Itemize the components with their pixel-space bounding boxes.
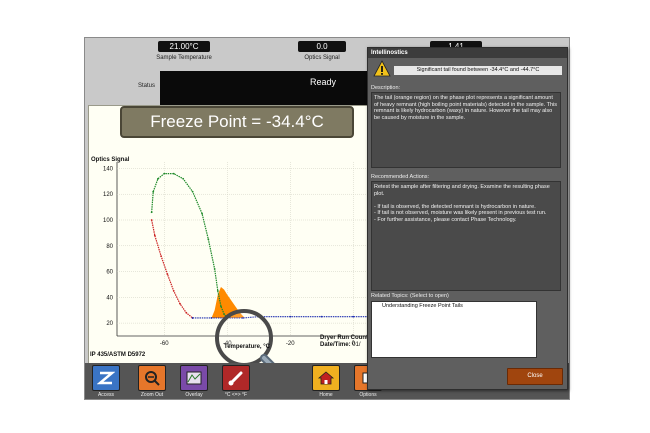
zoom-out-icon [138,365,166,391]
series-point-2 [191,317,194,319]
series-point-2 [289,315,292,318]
series-point-2 [320,315,323,318]
y-tick-label: 60 [106,270,113,276]
y-tick-label: 20 [106,321,113,327]
sample-temperature-label: Sample Temperature [156,55,212,61]
intellinostics-dialog: Intellinostics Significant tail found be… [367,47,568,390]
series-point-1 [172,172,175,175]
series-point-1 [213,268,216,270]
topics-label: Related Topics: (Select to open) [371,293,449,299]
warning-icon [373,60,391,77]
series-point-1 [152,190,155,193]
thermometer-icon [222,365,250,391]
description-text: The tail (orange region) on the phase pl… [371,92,561,168]
series-point-1 [220,305,222,308]
series-point-1 [182,177,185,180]
dialog-title: Intellinostics [368,48,567,58]
unit-toggle-button[interactable]: °C <=> °F [219,365,253,398]
home-icon [312,365,340,391]
series-point-1 [223,313,226,315]
access-button[interactable]: Access [89,365,123,398]
phase-chart: 20406080100120140-60-40-200 [103,162,386,390]
status-label: Status [138,83,156,89]
y-tick-label: 120 [103,192,114,198]
series-line-0 [151,219,193,319]
series-point-1 [150,211,153,214]
series-point-0 [185,311,188,314]
series-point-0 [160,255,162,257]
y-tick-label: 40 [106,295,113,301]
x-tick-label: -60 [160,341,169,347]
date-time-value: 01/ [352,342,361,348]
dryer-run-count-label: Dryer Run Count: [320,335,370,341]
topics-list[interactable]: Understanding Freeze Point Tails [371,301,537,358]
series-point-0 [179,302,181,305]
series-point-0 [153,234,156,237]
zoom-out-button[interactable]: Zoom Out [135,365,169,398]
warning-row: Significant tail found between -34.4°C a… [368,60,567,80]
actions-text: Retest the sample after filtering and dr… [371,181,561,291]
date-time-label: Date/Time: [320,342,351,348]
y-tick-label: 140 [103,166,114,172]
optics-signal-label: Optics Signal [304,55,340,61]
access-z-icon [92,365,120,391]
sample-temperature-readout: 21.00°C [158,41,210,52]
series-point-2 [352,315,355,318]
series-point-1 [201,212,203,215]
series-point-1 [163,172,166,175]
actions-label: Recommended Actions: [371,174,430,180]
series-point-2 [210,317,213,319]
series-point-1 [157,177,159,180]
series-point-1 [207,238,210,241]
dryer-info: Dryer Run Count: Date/Time: 01/ [320,335,370,349]
x-tick-label: -20 [286,341,295,347]
phase-plot: Freeze Point = -34.4°C Optics Signal 20 4… [88,105,386,390]
warning-message: Significant tail found between -34.4°C a… [394,66,562,75]
optics-signal-readout: 0.0 [298,41,346,52]
standard-label: IP 435/ASTM D5972 [90,352,146,358]
description-label: Description: [371,85,401,91]
freeze-point-banner: Freeze Point = -34.4°C [120,106,354,138]
x-axis-title: Temperature, °C [224,344,270,350]
series-point-1 [191,190,194,193]
home-button[interactable]: Home [309,365,343,398]
y-tick-label: 80 [106,244,113,250]
series-point-0 [166,273,169,276]
y-tick-label: 100 [103,218,114,224]
close-button[interactable]: Close [507,368,563,385]
topic-item[interactable]: Understanding Freeze Point Tails [382,303,534,309]
series-point-1 [216,289,219,292]
series-point-0 [150,219,153,221]
series-point-0 [172,289,175,292]
overlay-icon [180,365,208,391]
overlay-button[interactable]: Overlay [177,365,211,398]
